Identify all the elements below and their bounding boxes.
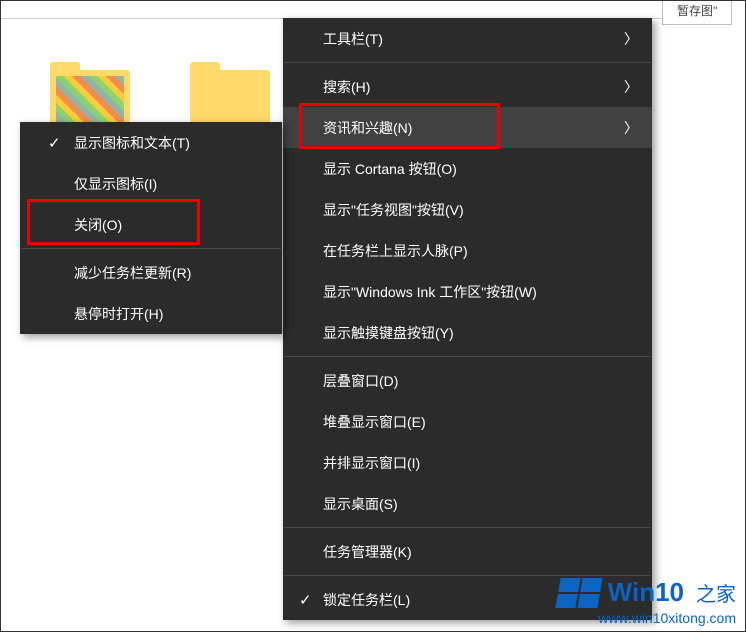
- menu-item-label: 任务管理器(K): [323, 542, 412, 562]
- taskbar-context-menu: 工具栏(T) 〉 搜索(H) 〉 资讯和兴趣(N) 〉 显示 Cortana 按…: [283, 18, 652, 620]
- menu-item-showdesktop[interactable]: 显示桌面(S): [283, 483, 652, 524]
- menu-item-search[interactable]: 搜索(H) 〉: [283, 66, 652, 107]
- menu-separator: [21, 248, 281, 249]
- chevron-right-icon: 〉: [624, 29, 638, 49]
- menu-item-label: 工具栏(T): [323, 29, 383, 49]
- menu-item-taskview[interactable]: 显示"任务视图"按钮(V): [283, 189, 652, 230]
- menu-item-news-interests[interactable]: 资讯和兴趣(N) 〉: [283, 107, 652, 148]
- menu-item-label: 显示"任务视图"按钮(V): [323, 200, 464, 220]
- submenu-item-open-on-hover[interactable]: 悬停时打开(H): [20, 293, 282, 334]
- windows-logo-icon: [555, 578, 602, 608]
- menu-item-label: 显示"Windows Ink 工作区"按钮(W): [323, 282, 537, 302]
- menu-item-label: 搜索(H): [323, 77, 370, 97]
- menu-item-label: 显示图标和文本(T): [74, 133, 190, 153]
- menu-item-label: 仅显示图标(I): [74, 174, 157, 194]
- news-interests-submenu: ✓ 显示图标和文本(T) 仅显示图标(I) 关闭(O) 减少任务栏更新(R) 悬…: [20, 122, 282, 334]
- chevron-right-icon: 〉: [624, 118, 638, 138]
- watermark: Win10 之家 www.win10xitong.com: [558, 577, 736, 626]
- submenu-item-close[interactable]: 关闭(O): [20, 204, 282, 245]
- menu-item-taskmgr[interactable]: 任务管理器(K): [283, 531, 652, 572]
- chevron-right-icon: 〉: [624, 77, 638, 97]
- menu-item-toolbar[interactable]: 工具栏(T) 〉: [283, 18, 652, 59]
- check-icon: ✓: [299, 591, 312, 609]
- menu-item-cascade[interactable]: 层叠窗口(D): [283, 360, 652, 401]
- check-icon: ✓: [48, 134, 61, 152]
- menu-item-stack[interactable]: 堆叠显示窗口(E): [283, 401, 652, 442]
- submenu-item-icon-only[interactable]: 仅显示图标(I): [20, 163, 282, 204]
- top-tab-label: 暂存图": [662, 0, 732, 25]
- menu-item-label: 减少任务栏更新(R): [74, 263, 191, 283]
- menu-separator: [284, 575, 651, 576]
- menu-item-label: 关闭(O): [74, 215, 122, 235]
- menu-separator: [284, 527, 651, 528]
- menu-item-label: 悬停时打开(H): [74, 304, 163, 324]
- menu-item-label: 层叠窗口(D): [323, 371, 398, 391]
- menu-item-ink[interactable]: 显示"Windows Ink 工作区"按钮(W): [283, 271, 652, 312]
- watermark-brand: Win10: [608, 577, 684, 608]
- menu-item-label: 锁定任务栏(L): [323, 590, 410, 610]
- menu-separator: [284, 62, 651, 63]
- submenu-item-reduce-updates[interactable]: 减少任务栏更新(R): [20, 252, 282, 293]
- watermark-suffix: 之家: [696, 578, 736, 607]
- menu-item-label: 堆叠显示窗口(E): [323, 412, 426, 432]
- menu-item-label: 显示触摸键盘按钮(Y): [323, 323, 454, 343]
- watermark-url: www.win10xitong.com: [558, 610, 736, 626]
- menu-item-label: 显示桌面(S): [323, 494, 398, 514]
- menu-item-touchkb[interactable]: 显示触摸键盘按钮(Y): [283, 312, 652, 353]
- menu-item-people[interactable]: 在任务栏上显示人脉(P): [283, 230, 652, 271]
- window-top-strip: [0, 0, 666, 19]
- menu-separator: [284, 356, 651, 357]
- menu-item-label: 资讯和兴趣(N): [323, 118, 412, 138]
- menu-item-cortana[interactable]: 显示 Cortana 按钮(O): [283, 148, 652, 189]
- menu-item-sidebyside[interactable]: 并排显示窗口(I): [283, 442, 652, 483]
- menu-item-label: 并排显示窗口(I): [323, 453, 420, 473]
- menu-item-label: 在任务栏上显示人脉(P): [323, 241, 468, 261]
- submenu-item-icon-text[interactable]: ✓ 显示图标和文本(T): [20, 122, 282, 163]
- menu-item-label: 显示 Cortana 按钮(O): [323, 159, 457, 179]
